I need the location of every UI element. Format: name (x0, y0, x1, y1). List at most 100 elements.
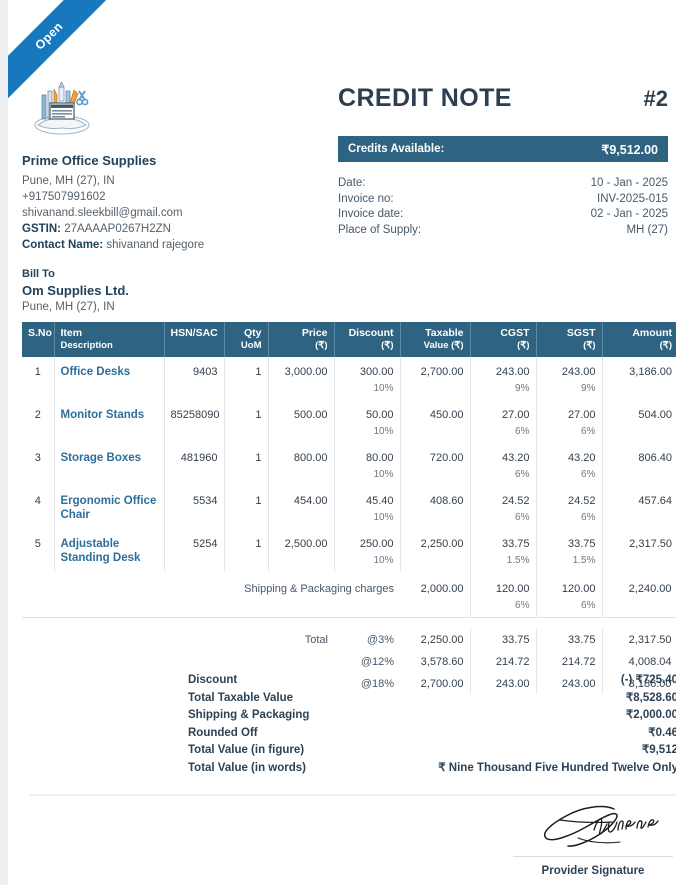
column-header-qty-uom: Qty UoM (224, 322, 269, 357)
cell-cgst-value: 243.00 (495, 366, 530, 378)
summary-row-total-taxable-value: Total Taxable Value ₹8,528.60 (188, 690, 676, 708)
column-header-amount-label: Amount (632, 327, 672, 339)
summary-key: Total Value (in words) (188, 761, 306, 774)
signature-label: Provider Signature (541, 865, 645, 877)
seller-name: Prime Office Supplies (22, 153, 157, 168)
summary-value: ₹ Nine Thousand Five Hundred Twelve Only (438, 761, 676, 774)
seller-email: shivanand.sleekbill@gmail.com (22, 207, 183, 219)
column-header-description: Description (60, 339, 113, 351)
cell-item[interactable]: Storage Boxes (54, 443, 165, 486)
summary-key: Total Taxable Value (188, 691, 294, 704)
cell-item[interactable]: Ergonomic Office Chair (54, 486, 165, 529)
cell-sgst: 33.75 1.5% (536, 529, 603, 572)
column-header-discount-unit: (₹) (381, 339, 394, 351)
cell-taxable: 720.00 (400, 443, 471, 486)
handwritten-signature-icon (544, 805, 659, 847)
cell-amount: 3,186.00 (629, 366, 672, 378)
column-header-price-unit: (₹) (315, 339, 328, 351)
column-header-taxable-value: Taxable Value (₹) (400, 322, 471, 357)
cell-discount: 300.00 10% (334, 357, 401, 400)
cell-sno: 3 (22, 443, 55, 486)
summary-value: ₹9,512 (641, 744, 676, 756)
cell-sgst: 43.20 6% (536, 443, 603, 486)
seller-gstin-value: 27AAAAP0267H2ZN (64, 223, 171, 235)
table-header-row: S.No Item Description HSN/SAC Qty UoM Pr… (22, 322, 676, 357)
shipping-sgst-value: 120.00 (561, 583, 596, 595)
cell-price: 800.00 (268, 443, 335, 486)
cell-amount: 504.00 (638, 409, 672, 421)
cell-sgst-value: 24.52 (567, 495, 596, 507)
cell-sgst-pct: 6% (581, 512, 596, 523)
meta-key: Date: (338, 177, 366, 189)
status-badge: Open (32, 19, 66, 53)
shipping-cgst-pct: 6% (515, 600, 530, 611)
meta-row-place-of-supply: Place of Supply: MH (27) (338, 223, 668, 239)
summary-row-total-value-words: Total Value (in words) ₹ Nine Thousand F… (188, 760, 676, 778)
column-header-sgst-label: SGST (566, 327, 596, 339)
totals-amount: 2,317.50 (602, 627, 676, 650)
cell-discount: 250.00 10% (334, 529, 401, 572)
meta-row-date: Date: 10 - Jan - 2025 (338, 176, 668, 192)
cell-taxable: 450.00 (400, 400, 471, 443)
cell-amount: 2,317.50 (629, 538, 672, 550)
cell-hsn: 5254 (164, 529, 225, 572)
meta-value: 02 - Jan - 2025 (590, 208, 668, 220)
shipping-charges-label: Shipping & Packaging charges (244, 583, 394, 595)
cell-sgst-value: 243.00 (561, 366, 596, 378)
cell-discount-pct: 10% (373, 426, 394, 437)
cell-discount-pct: 10% (373, 512, 394, 523)
cell-sgst-pct: 1.5% (572, 555, 596, 566)
totals-cgst: 33.75 (470, 627, 537, 650)
cell-item[interactable]: Monitor Stands (54, 400, 165, 443)
cell-qty: 1 (224, 400, 269, 443)
column-header-cgst: CGST (₹) (470, 322, 537, 357)
meta-key: Invoice no: (338, 192, 394, 205)
cell-cgst-value: 33.75 (501, 538, 530, 550)
cell-item[interactable]: Adjustable Standing Desk (54, 529, 165, 572)
cell-discount-value: 45.40 (365, 495, 394, 507)
column-header-sno: S.No (22, 322, 55, 357)
shipping-sgst: 120.00 6% (536, 572, 603, 618)
summary-value: ₹8,528.60 (625, 691, 676, 704)
column-header-taxable-label: Taxable (425, 327, 464, 339)
shipping-amount: 2,240.00 (602, 572, 676, 618)
cell-cgst-pct: 9% (515, 383, 530, 394)
cell-discount-value: 250.00 (359, 538, 394, 550)
summary-row-total-value-figure: Total Value (in figure) ₹9,512 (188, 742, 676, 760)
seller-info: Prime Office Supplies Pune, MH (27), IN … (22, 153, 322, 253)
column-header-price: Price (₹) (268, 322, 335, 357)
cell-qty: 1 (224, 486, 269, 529)
summary-key: Total Value (in figure) (188, 744, 305, 756)
table-row: 2 Monitor Stands 85258090 1 500.00 50.00… (22, 400, 676, 443)
cell-discount-pct: 10% (373, 469, 394, 480)
column-header-discount-label: Discount (348, 327, 394, 339)
signature-block: Provider Signature (508, 800, 676, 877)
totals-taxable: 2,250.00 (400, 627, 471, 650)
column-header-sgst-unit: (₹) (583, 339, 596, 351)
cell-item[interactable]: Office Desks (54, 357, 165, 400)
page-title: CREDIT NOTE (338, 84, 512, 112)
office-supplies-logo-icon (34, 81, 90, 135)
cell-qty: 1 (224, 443, 269, 486)
cell-hsn: 5534 (164, 486, 225, 529)
column-header-uom: UoM (240, 339, 262, 351)
cell-sno: 1 (22, 357, 55, 400)
line-items-table: S.No Item Description HSN/SAC Qty UoM Pr… (22, 322, 676, 694)
totals-row: Total @3% 2,250.00 33.75 33.75 2,317.50 (22, 627, 676, 650)
cell-sgst-value: 33.75 (567, 538, 596, 550)
cell-price: 454.00 (268, 486, 335, 529)
seller-address: Pune, MH (27), IN (22, 175, 115, 187)
meta-row-invoice-no: Invoice no: INV-2025-015 (338, 192, 668, 208)
cell-cgst-value: 24.52 (501, 495, 530, 507)
meta-key: Invoice date: (338, 208, 404, 220)
signature-line (513, 856, 673, 857)
seller-contact: Contact Name: shivanand rajegore (22, 237, 322, 253)
totals-sgst: 33.75 (536, 627, 603, 650)
bill-to-label: Bill To (22, 268, 55, 280)
cell-hsn: 481960 (164, 443, 225, 486)
shipping-cgst: 120.00 6% (470, 572, 537, 618)
cell-cgst-pct: 6% (515, 469, 530, 480)
totals-row: @12% 3,578.60 214.72 214.72 4,008.04 (22, 649, 676, 672)
cell-discount: 80.00 10% (334, 443, 401, 486)
bill-to-address: Pune, MH (27), IN (22, 301, 115, 313)
